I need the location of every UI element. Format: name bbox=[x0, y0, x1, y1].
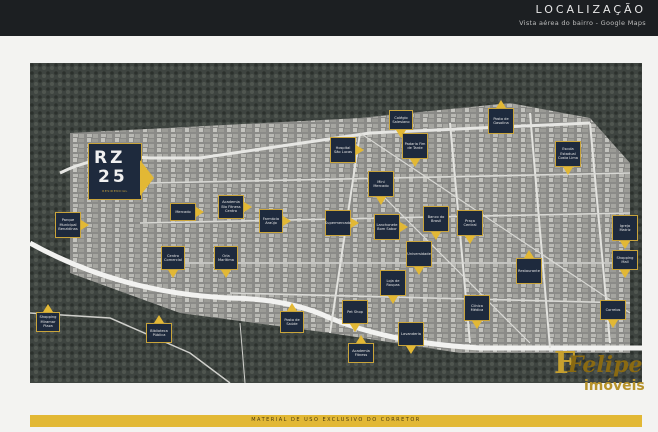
location-pin-label: Academia Bio Fitness Centro bbox=[221, 200, 241, 214]
location-pin-label: Correios bbox=[605, 307, 621, 312]
location-pin-label: Clínica Médica bbox=[470, 303, 484, 312]
location-pin-label: Lanchonete Bom Sabor bbox=[376, 222, 398, 231]
location-pin-label: Farmácia Araújo bbox=[262, 216, 280, 225]
location-pin[interactable]: Colégio Salesiano bbox=[389, 110, 413, 130]
location-pin[interactable]: Clínica Médica bbox=[464, 295, 490, 321]
pin-pointer-icon bbox=[400, 222, 408, 232]
location-pin[interactable]: Orla Marítima bbox=[214, 246, 238, 270]
pin-pointer-icon bbox=[431, 232, 441, 240]
location-pin-label: Colégio Salesiano bbox=[392, 115, 410, 124]
location-pin[interactable]: Praça Central bbox=[457, 210, 483, 236]
location-pin-label: Universidade bbox=[407, 251, 431, 256]
location-pin[interactable]: Universidade bbox=[406, 241, 432, 267]
location-pin-label: Centro Comercial bbox=[164, 253, 182, 262]
location-pin-label: Mercado bbox=[175, 209, 191, 214]
pin-pointer-icon bbox=[376, 197, 386, 205]
rz25-marker-pointer bbox=[140, 160, 154, 196]
location-pin-label: Posto de Gasolina bbox=[493, 116, 509, 125]
location-pin[interactable]: Academia Fitness bbox=[348, 343, 374, 363]
location-pin[interactable]: Hospital São Lucas bbox=[330, 137, 356, 163]
location-pin[interactable]: Shopping Mall bbox=[612, 250, 638, 270]
pin-pointer-icon bbox=[414, 267, 424, 275]
location-pin-label: Academia Fitness bbox=[352, 348, 370, 357]
location-pin[interactable]: Shopping Miramar Plaza bbox=[36, 312, 60, 332]
location-pin-label: Orla Marítima bbox=[218, 253, 234, 262]
location-pin-label: Supermercado bbox=[324, 220, 352, 225]
pin-pointer-icon bbox=[620, 270, 630, 278]
pin-pointer-icon bbox=[496, 100, 506, 108]
location-pin[interactable]: Academia Bio Fitness Centro bbox=[218, 195, 244, 219]
location-pin-label: Posto de Saúde bbox=[284, 317, 300, 326]
location-pin[interactable]: Parque Municipal Benzidinas bbox=[55, 212, 81, 238]
location-pin[interactable]: Supermercado bbox=[325, 210, 351, 236]
rz25-property-marker[interactable]: RZ 25 RESIDENCIAL bbox=[88, 143, 142, 200]
page-subtitle: Vista aérea do bairro - Google Maps bbox=[519, 19, 646, 27]
location-pin-label: Loja de Roupas bbox=[386, 278, 400, 287]
location-pin-label: Shopping Mall bbox=[616, 255, 634, 264]
pin-pointer-icon bbox=[388, 296, 398, 304]
marker-line-2: 25 bbox=[98, 167, 128, 187]
location-pin[interactable]: Correios bbox=[600, 300, 626, 320]
header-bar: LOCALIZAÇÃO Vista aérea do bairro - Goog… bbox=[0, 0, 658, 36]
footer-notice: MATERIAL DE USO EXCLUSIVO DO CORRETOR bbox=[251, 417, 421, 423]
location-pin[interactable]: Lavanderia bbox=[398, 322, 424, 346]
logo-subtitle: imóveis bbox=[584, 378, 645, 394]
pin-pointer-icon bbox=[563, 167, 573, 175]
pin-pointer-icon bbox=[356, 145, 364, 155]
location-pin-label: Shopping Miramar Plaza bbox=[39, 315, 57, 329]
location-pin[interactable]: Biblioteca Pública bbox=[146, 323, 172, 343]
pin-pointer-icon bbox=[81, 220, 89, 230]
location-pin-label: Biblioteca Pública bbox=[150, 328, 168, 337]
location-pin-label: Banco do Brasil bbox=[427, 214, 445, 223]
location-pin[interactable]: Padaria Fim de Tarde bbox=[402, 133, 428, 159]
logo-name: Felipe bbox=[568, 352, 643, 378]
location-pin[interactable]: Posto de Gasolina bbox=[488, 108, 514, 134]
location-pin[interactable]: Loja de Roupas bbox=[380, 270, 406, 296]
location-pin-label: Parque Municipal Benzidinas bbox=[58, 218, 78, 232]
location-pin-label: Igreja Matriz bbox=[619, 223, 631, 232]
location-pin[interactable]: Lanchonete Bom Sabor bbox=[374, 214, 400, 240]
location-pin[interactable]: Pet Shop bbox=[342, 300, 368, 324]
location-pin[interactable]: Posto de Saúde bbox=[280, 311, 304, 333]
location-pin[interactable]: Banco do Brasil bbox=[423, 206, 449, 232]
location-pin-label: Padaria Fim de Tarde bbox=[404, 141, 426, 150]
location-pin[interactable]: Igreja Matriz bbox=[612, 215, 638, 241]
location-pin-label: Mini Mercado bbox=[373, 179, 389, 188]
pin-pointer-icon bbox=[410, 159, 420, 167]
pin-pointer-icon bbox=[196, 207, 204, 217]
pin-pointer-icon bbox=[168, 270, 178, 278]
pin-pointer-icon bbox=[244, 202, 252, 212]
pin-pointer-icon bbox=[43, 304, 53, 312]
pin-pointer-icon bbox=[287, 303, 297, 311]
location-pin[interactable]: Mini Mercado bbox=[368, 171, 394, 197]
pin-pointer-icon bbox=[283, 216, 291, 226]
pin-pointer-icon bbox=[524, 250, 534, 258]
location-pin[interactable]: Mercado bbox=[170, 203, 196, 221]
location-pin-label: Praça Central bbox=[463, 218, 477, 227]
location-pin-label: Lavanderia bbox=[401, 331, 421, 336]
location-pin-label: Restaurante bbox=[518, 268, 540, 273]
footer-bar: MATERIAL DE USO EXCLUSIVO DO CORRETOR bbox=[30, 415, 642, 427]
pin-pointer-icon bbox=[465, 236, 475, 244]
location-pin-label: Pet Shop bbox=[347, 309, 363, 314]
pin-pointer-icon bbox=[356, 335, 366, 343]
pin-pointer-icon bbox=[406, 346, 416, 354]
location-pin[interactable]: Restaurante bbox=[516, 258, 542, 284]
pin-pointer-icon bbox=[472, 321, 482, 329]
marker-tagline: RESIDENCIAL bbox=[102, 189, 128, 193]
page-title: LOCALIZAÇÃO bbox=[535, 3, 646, 16]
marker-line-1: RZ bbox=[94, 148, 126, 168]
pin-pointer-icon bbox=[351, 218, 359, 228]
location-pin-label: Escola Estadual Costa Lima bbox=[557, 147, 579, 161]
felipe-imoveis-logo: F Felipe imóveis bbox=[548, 344, 652, 402]
location-pin[interactable]: Farmácia Araújo bbox=[259, 209, 283, 233]
pin-pointer-icon bbox=[620, 241, 630, 249]
location-pin[interactable]: Centro Comercial bbox=[161, 246, 185, 270]
pin-pointer-icon bbox=[154, 315, 164, 323]
pin-pointer-icon bbox=[608, 320, 618, 328]
location-pin-label: Hospital São Lucas bbox=[333, 145, 353, 154]
pin-pointer-icon bbox=[221, 270, 231, 278]
pin-pointer-icon bbox=[350, 324, 360, 332]
location-pin[interactable]: Escola Estadual Costa Lima bbox=[555, 141, 581, 167]
